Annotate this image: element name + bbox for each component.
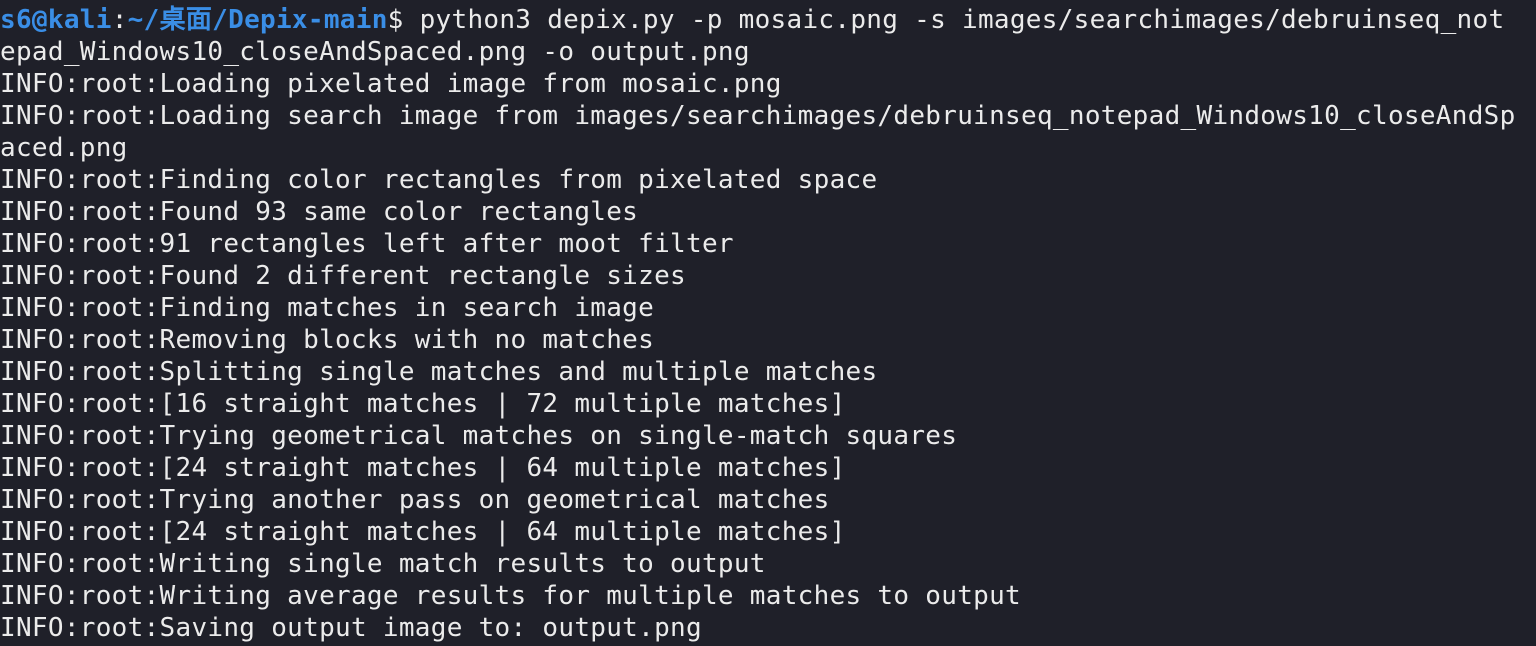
log-line: INFO:root:Loading search image from imag… [0,101,1516,131]
log-line: INFO:root:Found 93 same color rectangles [0,197,639,227]
log-line: INFO:root:Removing blocks with no matche… [0,325,655,355]
log-line: INFO:root:Saving output image to: output… [0,613,702,643]
log-line: aced.png [0,133,128,163]
log-line: INFO:root:Finding matches in search imag… [0,293,655,323]
terminal-output: s6@kali:~/桌面/Depix-main$ python3 depix.p… [0,4,1536,644]
log-line: INFO:root:Trying geometrical matches on … [0,421,958,451]
log-line: INFO:root:Splitting single matches and m… [0,357,878,387]
log-line: INFO:root:Writing average results for mu… [0,581,1022,611]
log-line: INFO:root:[24 straight matches | 64 mult… [0,517,846,547]
log-line: INFO:root:91 rectangles left after moot … [0,229,734,259]
command-text: python3 depix.py -p mosaic.png -s images… [419,5,1505,35]
log-line: INFO:root:Finding color rectangles from … [0,165,878,195]
log-line: INFO:root:Loading pixelated image from m… [0,69,782,99]
log-line: INFO:root:Trying another pass on geometr… [0,485,830,515]
log-line: INFO:root:[16 straight matches | 72 mult… [0,389,846,419]
prompt-symbol: $ [387,5,420,35]
log-line: INFO:root:Writing single match results t… [0,549,766,579]
log-line: INFO:root:[24 straight matches | 64 mult… [0,453,846,483]
log-line: INFO:root:Found 2 different rectangle si… [0,261,686,291]
command-line: s6@kali:~/桌面/Depix-main$ python3 depix.p… [0,4,1536,36]
prompt-user-host: s6@kali [0,5,112,35]
terminal-window[interactable]: s6@kali:~/桌面/Depix-main$ python3 depix.p… [0,0,1536,646]
prompt-separator: : [111,5,128,35]
command-line-wrap: epad_Windows10_closeAndSpaced.png -o out… [0,37,750,67]
prompt-path: ~/桌面/Depix-main [127,5,388,35]
